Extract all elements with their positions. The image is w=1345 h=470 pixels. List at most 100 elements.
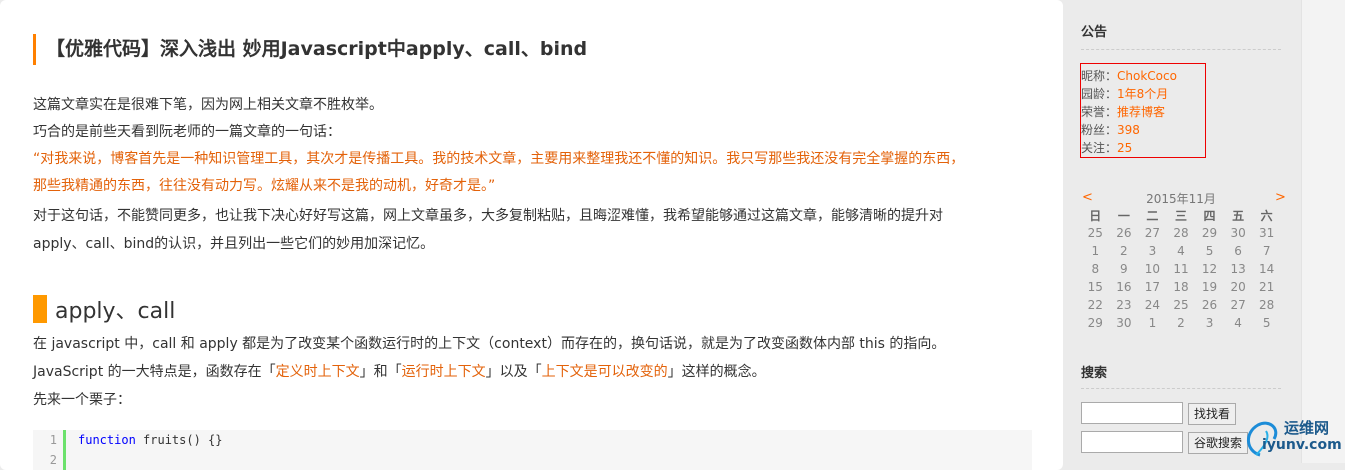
calendar-week: 22 23 24 25 26 27 28 [1081,296,1281,314]
watermark-text-cn: 运维网 [1284,419,1330,437]
weekday: 五 [1232,208,1245,223]
calendar-week: 8 9 10 11 12 13 14 [1081,260,1281,278]
heading-marker [33,295,47,323]
calendar-day: 30 [1230,226,1246,240]
profile-label: 关注： [1081,141,1118,155]
weekday: 二 [1146,208,1159,223]
paragraph-opinion-2: apply、call、bind的认识，并且列出一些它们的妙用加深记忆。 [33,236,435,252]
weekday: 六 [1260,208,1273,223]
section-heading: apply、call [33,294,175,324]
calendar-day: 28 [1173,226,1189,240]
profile-followers-link[interactable]: 398 [1117,123,1140,137]
watermark-text-domain: iyunv.com [1262,437,1342,453]
profile-following-link[interactable]: 25 [1117,141,1132,155]
highlight-runtime-context: 运行时上下文 [401,364,486,380]
calendar-day: 1 [1091,244,1100,258]
quote-line-1: “对我来说，博客首先是一种知识管理工具，其次才是传播工具。我的技术文章，主要用来… [33,151,965,167]
calendar-day: 25 [1173,298,1189,312]
line-number: 2 [49,453,57,467]
highlight-define-context: 定义时上下文 [275,364,360,380]
paragraph-context: JavaScript 的一大特点是，函数存在「定义时上下文」和「运行时上下文」以… [33,359,766,386]
calendar-week: 25 26 27 28 29 30 31 [1081,224,1281,242]
weekday: 四 [1203,208,1216,223]
profile-box: 昵称：ChokCoco 园龄：1年8个月 荣誉：推荐博客 粉丝：398 关注：2… [1080,63,1206,158]
profile-nickname-link[interactable]: ChokCoco [1117,69,1177,83]
calendar-day: 31 [1259,226,1275,240]
calendar-table: 日 一 二 三 四 五 六 25 26 27 28 29 30 31 1 2 3… [1081,206,1281,332]
profile-row: 昵称：ChokCoco [1081,67,1205,85]
calendar-day: 11 [1173,262,1189,276]
calendar-day: 27 [1144,226,1161,240]
calendar-weekday-row: 日 一 二 三 四 五 六 [1081,206,1281,224]
weekday: 一 [1117,208,1130,223]
calendar-day: 4 [1177,244,1185,258]
calendar-day: 21 [1259,280,1275,294]
calendar-day: 27 [1230,298,1246,312]
paragraph-opinion-1: 对于这句话，不能赞同更多，也让我下决心好好写这篇，网上文章虽多，大多复制粘贴，且… [33,208,943,224]
calendar-day: 4 [1234,316,1242,330]
calendar-week: 15 16 17 18 19 20 21 [1081,278,1281,296]
blog-page: 【优雅代码】深入浅出 妙用Javascript中apply、call、bind … [0,0,1345,470]
profile-label: 园龄： [1081,87,1118,101]
calendar-day: 17 [1144,280,1161,294]
calendar-day: 9 [1120,262,1128,276]
calendar-day: 28 [1259,298,1275,312]
google-search-input[interactable] [1081,431,1183,453]
profile-row: 荣誉：推荐博客 [1081,103,1205,121]
calendar-day: 23 [1116,298,1132,312]
code-line: function fruits() {} [78,430,223,450]
scrollbar[interactable] [1301,0,1345,463]
calendar-prev-button[interactable]: < [1082,190,1093,205]
search-input[interactable] [1081,402,1183,424]
calendar-day: 8 [1091,262,1100,276]
code-block: 1 2 function fruits() {} [33,430,1032,470]
calendar-day: 26 [1201,298,1218,312]
search-title: 搜索 [1081,366,1108,381]
calendar-day: 10 [1144,262,1161,276]
profile-age-link[interactable]: 1年8个月 [1117,87,1168,101]
calendar-day: 19 [1201,280,1218,294]
calendar-day: 14 [1259,262,1275,276]
weekday: 三 [1174,208,1187,223]
profile-label: 荣誉： [1081,105,1118,119]
calendar-next-button[interactable]: > [1275,190,1286,205]
calendar-day: 20 [1230,280,1246,294]
profile-label: 昵称： [1081,69,1118,83]
profile-label: 粉丝： [1081,123,1118,137]
profile-row: 园龄：1年8个月 [1081,85,1205,103]
code-keyword: function [78,433,136,447]
calendar-month: 2015年11月 [1146,192,1216,206]
calendar-day: 29 [1087,316,1103,330]
calendar-day: 29 [1201,226,1218,240]
article-card: 【优雅代码】深入浅出 妙用Javascript中apply、call、bind … [0,0,1063,470]
profile-honor-link[interactable]: 推荐博客 [1117,105,1165,119]
context-text-post: 」这样的概念。 [667,364,766,380]
calendar-week: 1 2 3 4 5 6 7 [1081,242,1281,260]
calendar-day: 18 [1173,280,1189,294]
calendar-week: 29 30 1 2 3 4 5 [1081,314,1281,332]
paragraph-call-apply: 在 javascript 中，call 和 apply 都是为了改变某个函数运行… [33,336,946,352]
google-search-button[interactable]: 谷歌搜索 [1188,432,1249,454]
highlight-context-changeable: 上下文是可以改变的 [541,364,668,380]
quote-line-2: 那些我精通的东西，往往没有动力写。炫耀从来不是我的动机，好奇才是。” [33,178,496,194]
post-title[interactable]: 【优雅代码】深入浅出 妙用Javascript中apply、call、bind [33,34,587,65]
calendar-day: 3 [1148,244,1157,258]
line-number: 1 [49,433,57,447]
calendar-day: 16 [1116,280,1132,294]
calendar-day: 2 [1177,316,1185,330]
calendar-day: 22 [1087,298,1103,312]
profile-row: 关注：25 [1081,139,1205,157]
calendar-day: 26 [1116,226,1132,240]
calendar-day: 12 [1201,262,1218,276]
section-heading-text: apply、call [55,299,176,324]
divider [1081,388,1281,389]
weekday: 日 [1089,208,1102,223]
calendar-day: 5 [1205,244,1214,258]
search-button[interactable]: 找找看 [1188,403,1237,425]
calendar-day: 1 [1148,316,1157,330]
paragraph-coincidence: 巧合的是前些天看到阮老师的一篇文章的一句话： [33,124,341,140]
context-text-mid2: 」以及「 [485,364,542,380]
context-text-pre: JavaScript 的一大特点是，函数存在「 [33,364,276,380]
calendar-day: 15 [1087,280,1103,294]
calendar-day: 5 [1262,316,1271,330]
